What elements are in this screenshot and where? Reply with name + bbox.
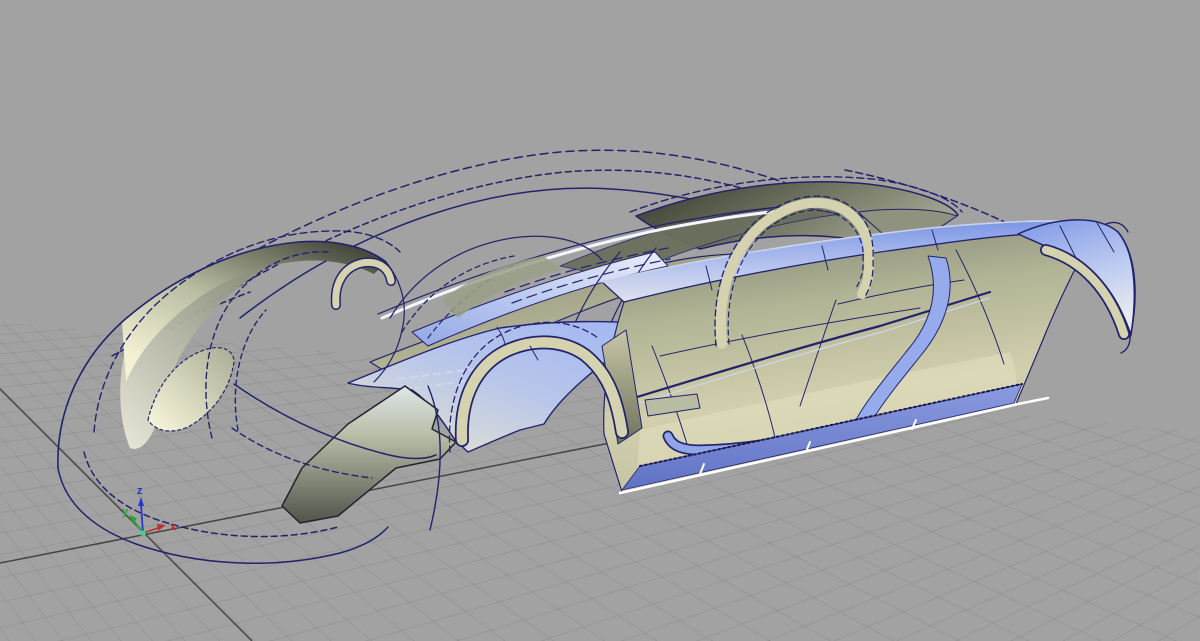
z-axis-label: z	[137, 485, 143, 497]
x-axis-label: x	[170, 521, 177, 533]
y-axis-label: y	[122, 506, 129, 518]
viewport-3d[interactable]: z y x	[0, 0, 1200, 641]
origin-marker	[140, 530, 146, 536]
